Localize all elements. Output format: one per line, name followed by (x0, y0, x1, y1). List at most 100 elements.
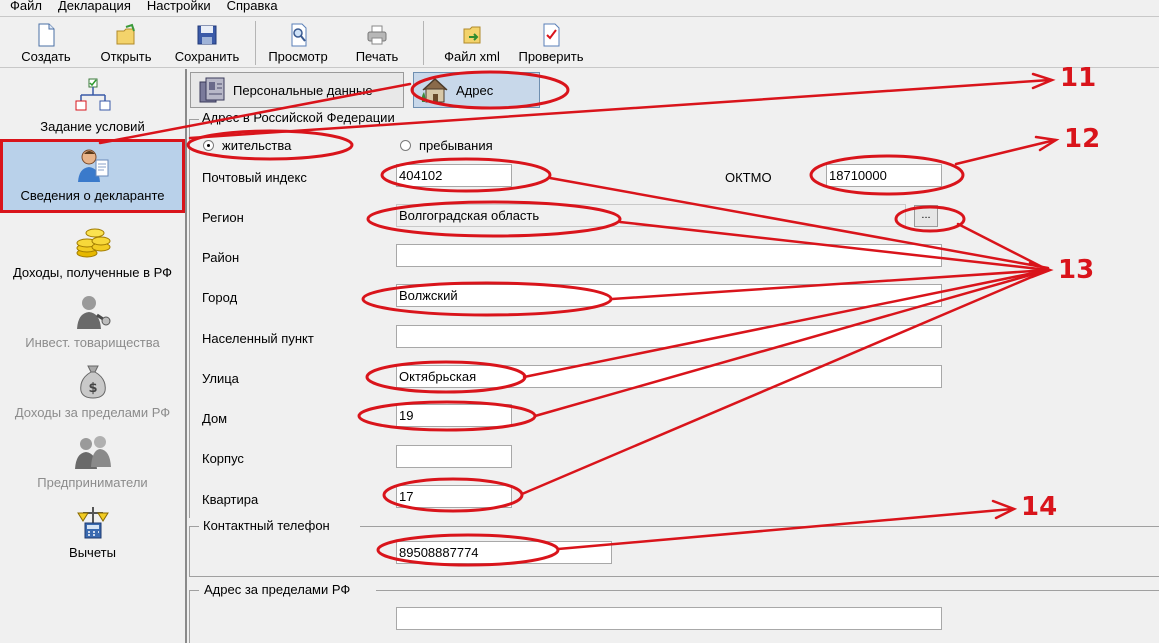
new-document-icon (38, 23, 55, 47)
sidebar: Задание условий Сведения о декларанте До… (0, 69, 187, 643)
group-border (189, 526, 190, 576)
sidebar-item-label: Доходы за пределами РФ (14, 405, 171, 420)
city-label: Город (202, 290, 238, 305)
sidebar-item-deductions[interactable]: Вычеты (0, 503, 185, 563)
sidebar-item-label: Предприниматели (37, 475, 148, 490)
investors-icon (76, 296, 110, 329)
abroad-address-input[interactable] (396, 607, 942, 630)
radio-button[interactable] (400, 140, 411, 151)
menu-bar: Файл Декларация Настройки Справка (0, 0, 1159, 16)
save-button[interactable]: Сохранить (166, 21, 248, 67)
region-field: Волгоградская область (396, 204, 906, 227)
sidebar-item-entrepreneurs[interactable]: Предприниматели (0, 433, 185, 493)
group-border (189, 576, 1159, 577)
print-label: Печать (355, 49, 399, 64)
toolbar-separator (255, 21, 256, 65)
id-card-icon (199, 77, 225, 103)
conditions-icon (75, 78, 110, 111)
menu-help[interactable]: Справка (217, 0, 284, 12)
group-border (360, 526, 1159, 527)
check-button[interactable]: Проверить (512, 21, 590, 67)
house-icon (421, 77, 448, 103)
checklist-icon (543, 23, 560, 47)
sidebar-item-label: Вычеты (69, 545, 116, 560)
oktmo-label: ОКТМО (725, 170, 772, 185)
apartment-label: Квартира (202, 492, 259, 507)
entrepreneurs-icon (74, 436, 111, 469)
svg-text:$: $ (88, 381, 97, 396)
annotation-arrow (956, 222, 1050, 272)
menu-file[interactable]: Файл (0, 0, 48, 12)
house-input[interactable]: 19 (396, 404, 512, 427)
radio-residence[interactable]: жительства (203, 138, 291, 153)
preview-label: Просмотр (268, 49, 328, 64)
create-button[interactable]: Создать (10, 21, 82, 67)
sidebar-item-income-abroad[interactable]: $ Доходы за пределами РФ (0, 363, 185, 423)
sidebar-item-label: Сведения о декларанте (20, 188, 165, 203)
declarant-icon (77, 149, 108, 182)
group-border (189, 526, 199, 527)
city-input[interactable]: Волжский (396, 284, 942, 307)
postal-code-label: Почтовый индекс (202, 170, 307, 185)
toolbar: Создать Открыть Сохранить Просмотр Печат (0, 16, 1159, 68)
xml-export-icon (463, 26, 481, 44)
phone-input[interactable]: 89508887774 (396, 541, 612, 564)
annotation-arrow (1034, 135, 1060, 152)
annotation-arrow (991, 499, 1018, 520)
sidebar-item-declarant[interactable]: Сведения о декларанте (0, 139, 185, 213)
group-border (189, 119, 190, 518)
annotation-arrow (954, 138, 1057, 166)
sidebar-item-label: Задание условий (40, 119, 145, 134)
xml-file-label: Файл xml (444, 49, 500, 64)
print-button[interactable]: Печать (345, 21, 409, 67)
radio-residence-label: жительства (222, 138, 292, 153)
open-label: Открыть (100, 49, 152, 64)
open-button[interactable]: Открыть (90, 21, 162, 67)
region-select-button[interactable]: ... (914, 205, 938, 227)
magnifier-page-icon (291, 23, 307, 47)
sidebar-item-income-rf[interactable]: Доходы, полученные в РФ (0, 223, 185, 283)
preview-button[interactable]: Просмотр (262, 21, 334, 67)
radio-stay-label: пребывания (419, 138, 493, 153)
floppy-disk-icon (197, 25, 217, 45)
tab-address[interactable]: Адрес (413, 72, 540, 108)
callout-12: 12 (1064, 124, 1101, 154)
money-bag-icon: $ (79, 365, 106, 399)
coins-icon (76, 228, 110, 258)
menu-declaration[interactable]: Декларация (48, 0, 137, 12)
annotation-arrow (556, 507, 1014, 551)
radio-button[interactable] (203, 140, 214, 151)
region-label: Регион (202, 210, 244, 225)
group-border (189, 119, 199, 120)
group-border (189, 590, 199, 591)
sidebar-item-invest[interactable]: Инвест. товарищества (0, 293, 185, 353)
tab-personal-data-label: Персональные данные (233, 82, 373, 98)
building-label: Корпус (202, 451, 244, 466)
sidebar-item-label: Инвест. товарищества (25, 335, 160, 350)
radio-stay[interactable]: пребывания (400, 138, 493, 153)
toolbar-separator (423, 21, 424, 65)
menu-settings[interactable]: Настройки (137, 0, 217, 12)
oktmo-input[interactable]: 18710000 (826, 164, 942, 187)
sidebar-item-conditions[interactable]: Задание условий (0, 77, 185, 139)
check-label: Проверить (518, 49, 584, 64)
street-label: Улица (202, 371, 239, 386)
annotation-arrow (1028, 261, 1054, 279)
district-input[interactable] (396, 244, 942, 267)
tab-address-label: Адрес (456, 82, 494, 98)
callout-11: 11 (1060, 63, 1097, 93)
postal-code-input[interactable]: 404102 (396, 164, 512, 187)
street-input[interactable]: Октябрьская (396, 365, 942, 388)
apartment-input[interactable]: 17 (396, 485, 512, 508)
callout-14: 14 (1021, 492, 1058, 522)
group-border (376, 590, 1159, 591)
locality-label: Населенный пункт (202, 331, 314, 346)
open-folder-icon (116, 23, 135, 45)
district-label: Район (202, 250, 240, 265)
printer-icon (367, 25, 387, 45)
xml-file-button[interactable]: Файл xml (436, 21, 508, 67)
group-border (189, 590, 190, 643)
tab-personal-data[interactable]: Персональные данные (190, 72, 404, 108)
locality-input[interactable] (396, 325, 942, 348)
building-input[interactable] (396, 445, 512, 468)
